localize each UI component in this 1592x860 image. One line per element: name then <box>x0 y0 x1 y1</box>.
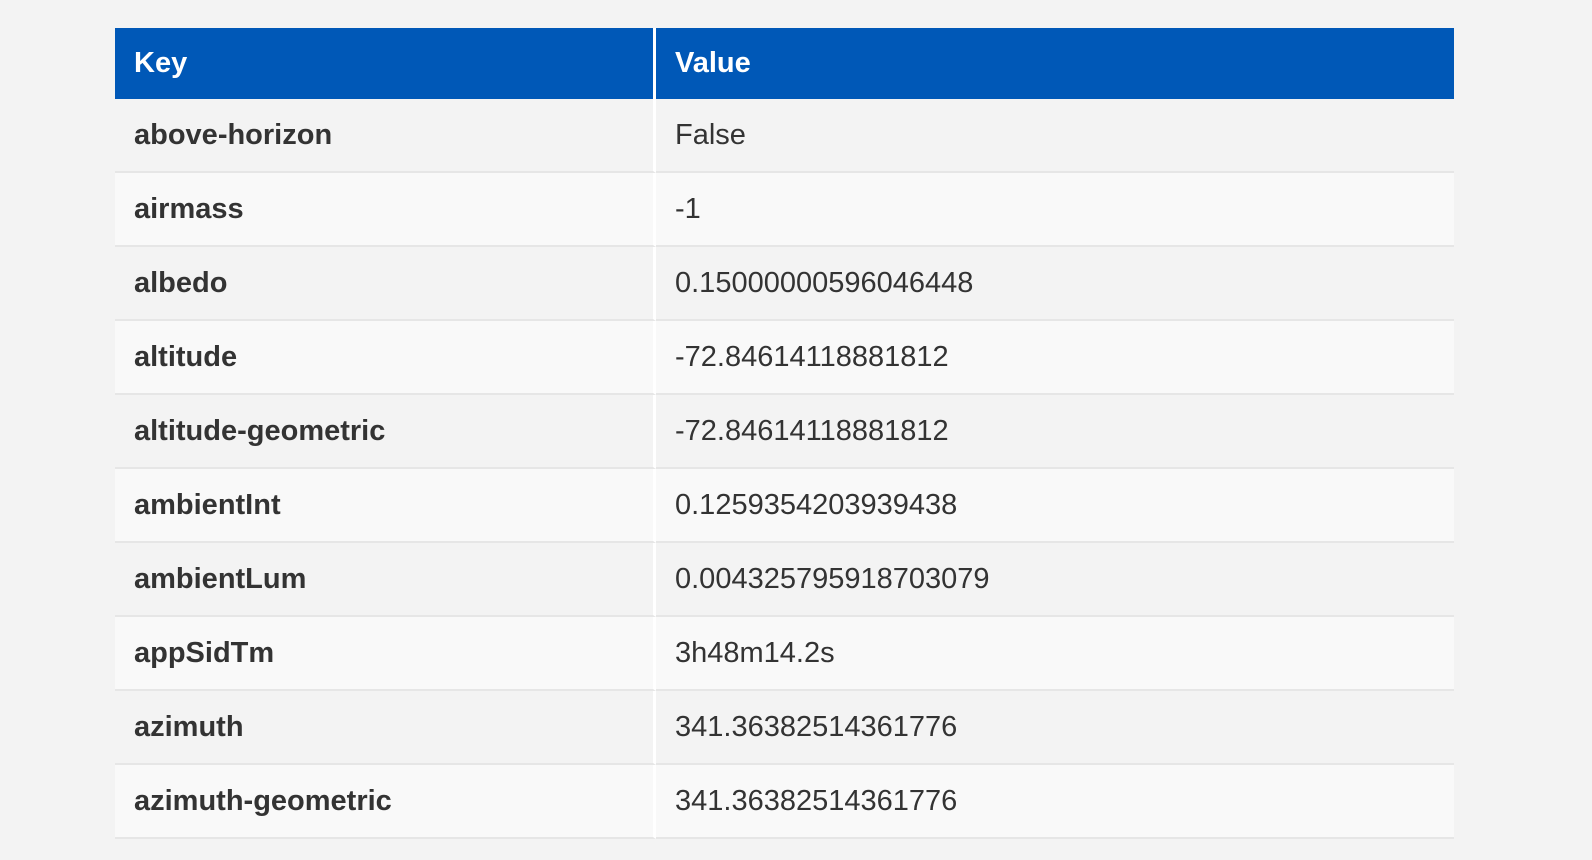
value-cell: False <box>656 99 1454 173</box>
column-header-key: Key <box>115 28 656 99</box>
column-header-value: Value <box>656 28 1454 99</box>
key-cell: above-horizon <box>115 99 656 173</box>
value-cell: 341.36382514361776 <box>656 691 1454 765</box>
key-cell: appSidTm <box>115 617 656 691</box>
properties-table-container: Key Value above-horizon False airmass -1… <box>115 28 1454 839</box>
key-cell: airmass <box>115 173 656 247</box>
value-cell: 0.15000000596046448 <box>656 247 1454 321</box>
table-row: above-horizon False <box>115 99 1454 173</box>
value-cell: 0.1259354203939438 <box>656 469 1454 543</box>
value-cell: 3h48m14.2s <box>656 617 1454 691</box>
value-cell: 341.36382514361776 <box>656 765 1454 839</box>
key-cell: azimuth <box>115 691 656 765</box>
value-cell: -72.84614118881812 <box>656 395 1454 469</box>
key-cell: ambientInt <box>115 469 656 543</box>
properties-table: Key Value above-horizon False airmass -1… <box>115 28 1454 839</box>
table-row: azimuth 341.36382514361776 <box>115 691 1454 765</box>
table-header: Key Value <box>115 28 1454 99</box>
key-cell: ambientLum <box>115 543 656 617</box>
table-row: azimuth-geometric 341.36382514361776 <box>115 765 1454 839</box>
value-cell: -72.84614118881812 <box>656 321 1454 395</box>
key-cell: altitude <box>115 321 656 395</box>
table-row: albedo 0.15000000596046448 <box>115 247 1454 321</box>
table-row: airmass -1 <box>115 173 1454 247</box>
key-cell: albedo <box>115 247 656 321</box>
header-row: Key Value <box>115 28 1454 99</box>
table-row: altitude-geometric -72.84614118881812 <box>115 395 1454 469</box>
table-row: appSidTm 3h48m14.2s <box>115 617 1454 691</box>
table-row: altitude -72.84614118881812 <box>115 321 1454 395</box>
key-cell: altitude-geometric <box>115 395 656 469</box>
value-cell: -1 <box>656 173 1454 247</box>
value-cell: 0.004325795918703079 <box>656 543 1454 617</box>
table-row: ambientInt 0.1259354203939438 <box>115 469 1454 543</box>
table-row: ambientLum 0.004325795918703079 <box>115 543 1454 617</box>
table-body: above-horizon False airmass -1 albedo 0.… <box>115 99 1454 839</box>
key-cell: azimuth-geometric <box>115 765 656 839</box>
